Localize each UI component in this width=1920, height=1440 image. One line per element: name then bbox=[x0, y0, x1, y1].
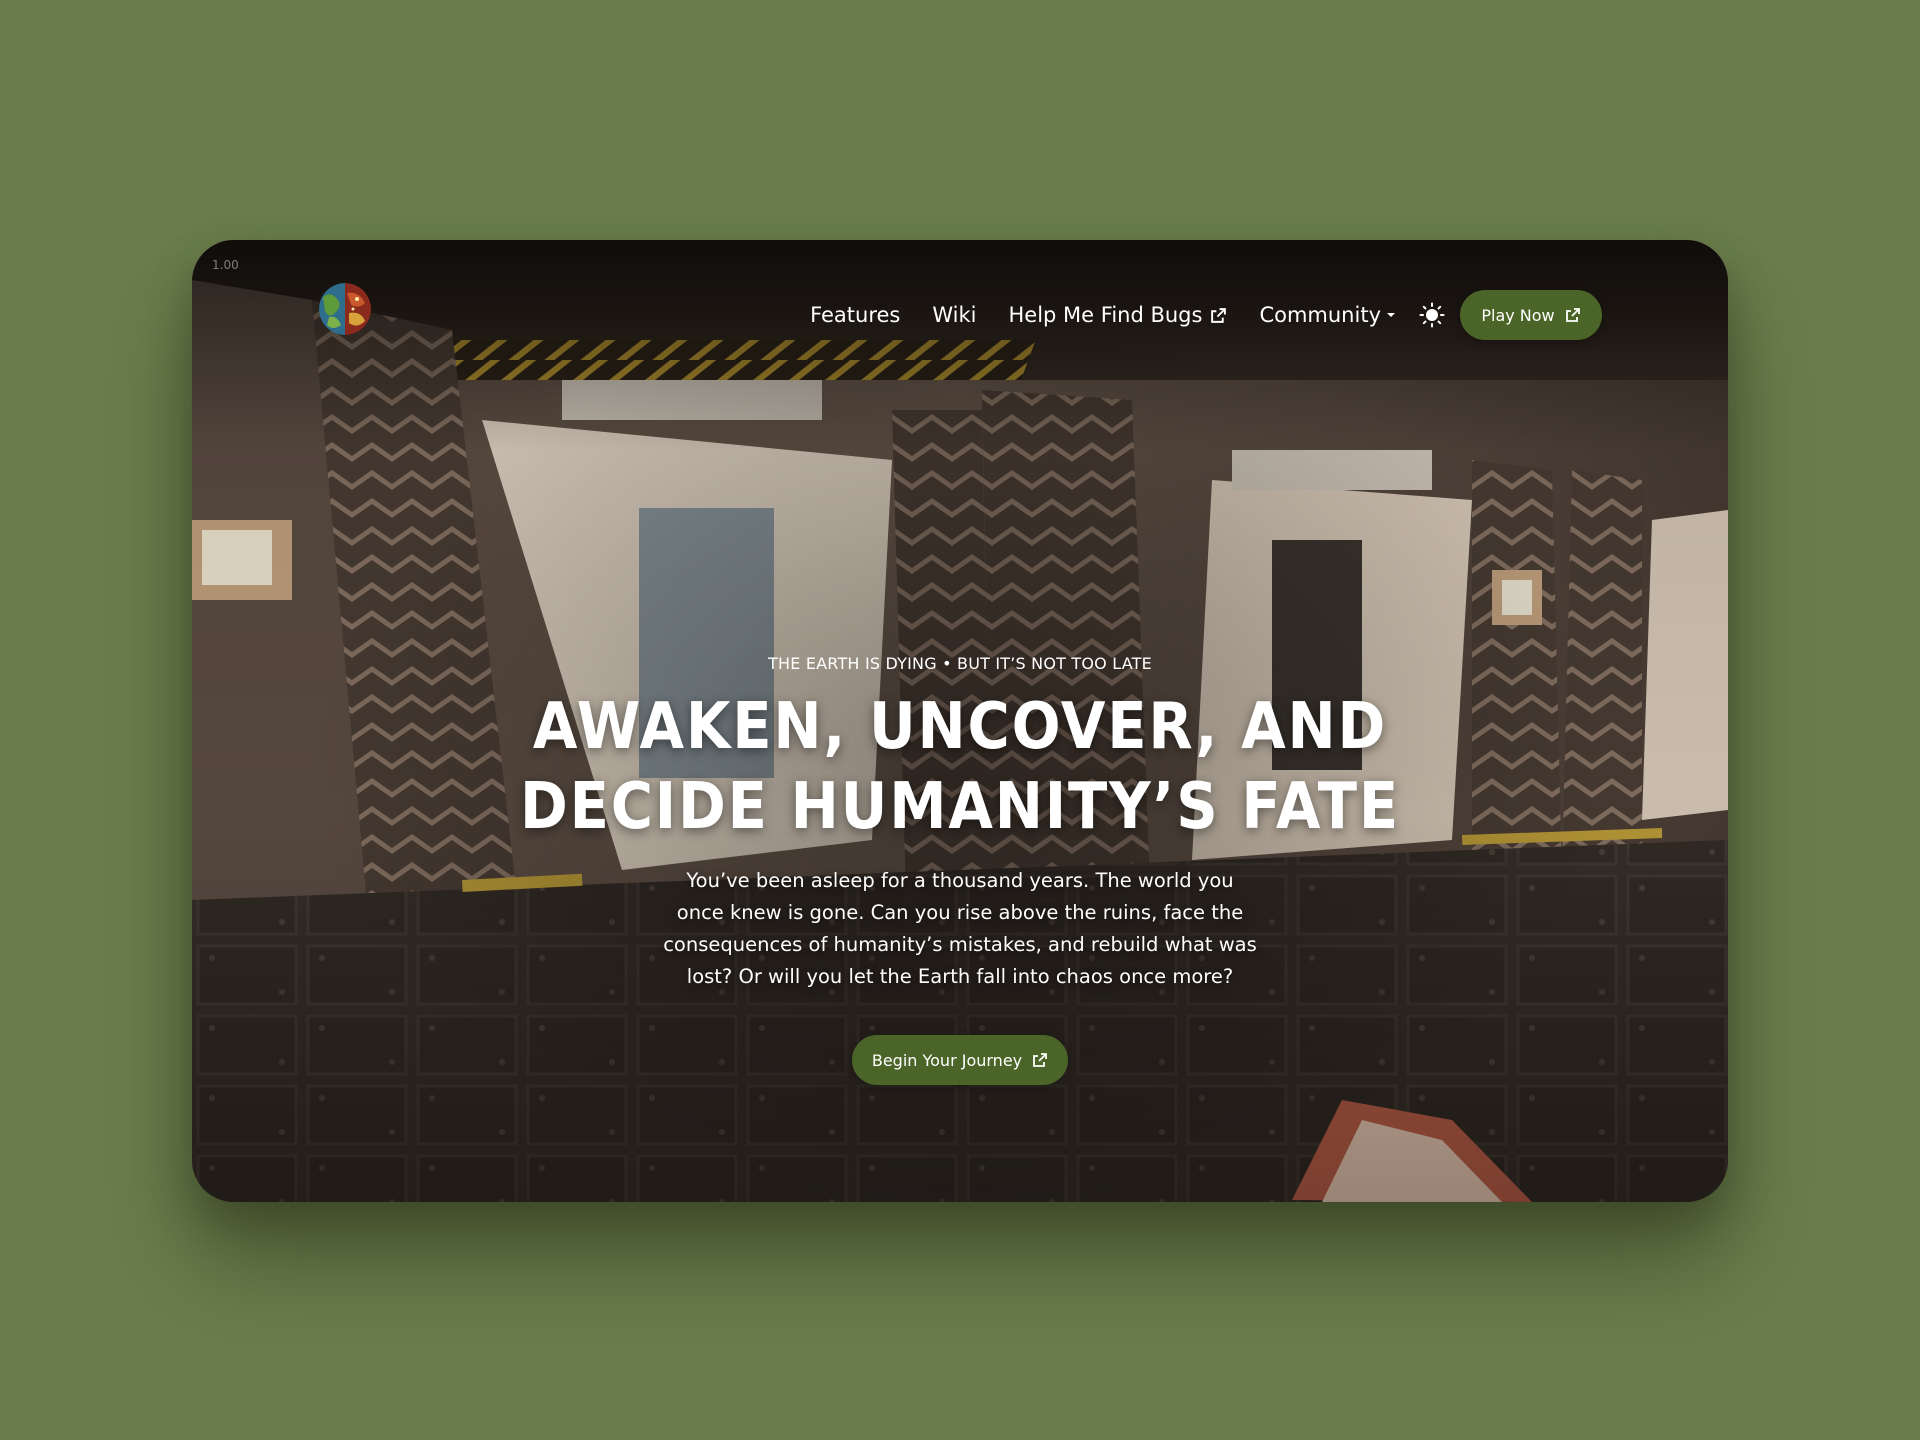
nav-link-community[interactable]: Community bbox=[1259, 303, 1396, 327]
hero-card: 1.00 Features Wiki Help Me Find Bugs Com… bbox=[192, 240, 1728, 1202]
hero-eyebrow: THE EARTH IS DYING • BUT IT’S NOT TOO LA… bbox=[768, 654, 1152, 673]
begin-journey-button[interactable]: Begin Your Journey bbox=[852, 1035, 1068, 1085]
scale-indicator: 1.00 bbox=[212, 258, 239, 272]
nav-link-label: Community bbox=[1259, 303, 1381, 327]
play-now-label: Play Now bbox=[1481, 305, 1555, 325]
nav-link-features[interactable]: Features bbox=[810, 303, 900, 327]
sun-icon bbox=[1419, 302, 1445, 328]
globe-logo-icon bbox=[319, 283, 371, 335]
site-logo[interactable] bbox=[319, 283, 371, 335]
hero-headline: AWAKEN, UNCOVER, AND DECIDE HUMANITY’S F… bbox=[269, 687, 1651, 847]
caret-down-icon bbox=[1387, 313, 1395, 317]
nav-link-help-find-bugs[interactable]: Help Me Find Bugs bbox=[1009, 303, 1228, 327]
nav-link-label: Help Me Find Bugs bbox=[1008, 303, 1203, 327]
hero-section: THE EARTH IS DYING • BUT IT’S NOT TOO LA… bbox=[192, 654, 1728, 1085]
external-link-icon bbox=[1033, 1053, 1048, 1067]
external-link-icon bbox=[1211, 307, 1227, 323]
nav-link-label: Features bbox=[810, 303, 901, 327]
hero-headline-line2: DECIDE HUMANITY’S FATE bbox=[519, 770, 1401, 844]
hero-description: You’ve been asleep for a thousand years.… bbox=[663, 869, 1257, 988]
theme-toggle-button[interactable] bbox=[1418, 301, 1446, 329]
external-link-icon bbox=[1565, 308, 1580, 322]
play-now-button[interactable]: Play Now bbox=[1460, 290, 1602, 340]
begin-journey-label: Begin Your Journey bbox=[871, 1050, 1023, 1070]
nav-link-wiki[interactable]: Wiki bbox=[932, 303, 976, 327]
nav-link-label: Wiki bbox=[932, 303, 977, 327]
hero-headline-line1: AWAKEN, UNCOVER, AND bbox=[532, 690, 1388, 764]
main-nav: Features Wiki Help Me Find Bugs Communit… bbox=[810, 290, 1602, 340]
